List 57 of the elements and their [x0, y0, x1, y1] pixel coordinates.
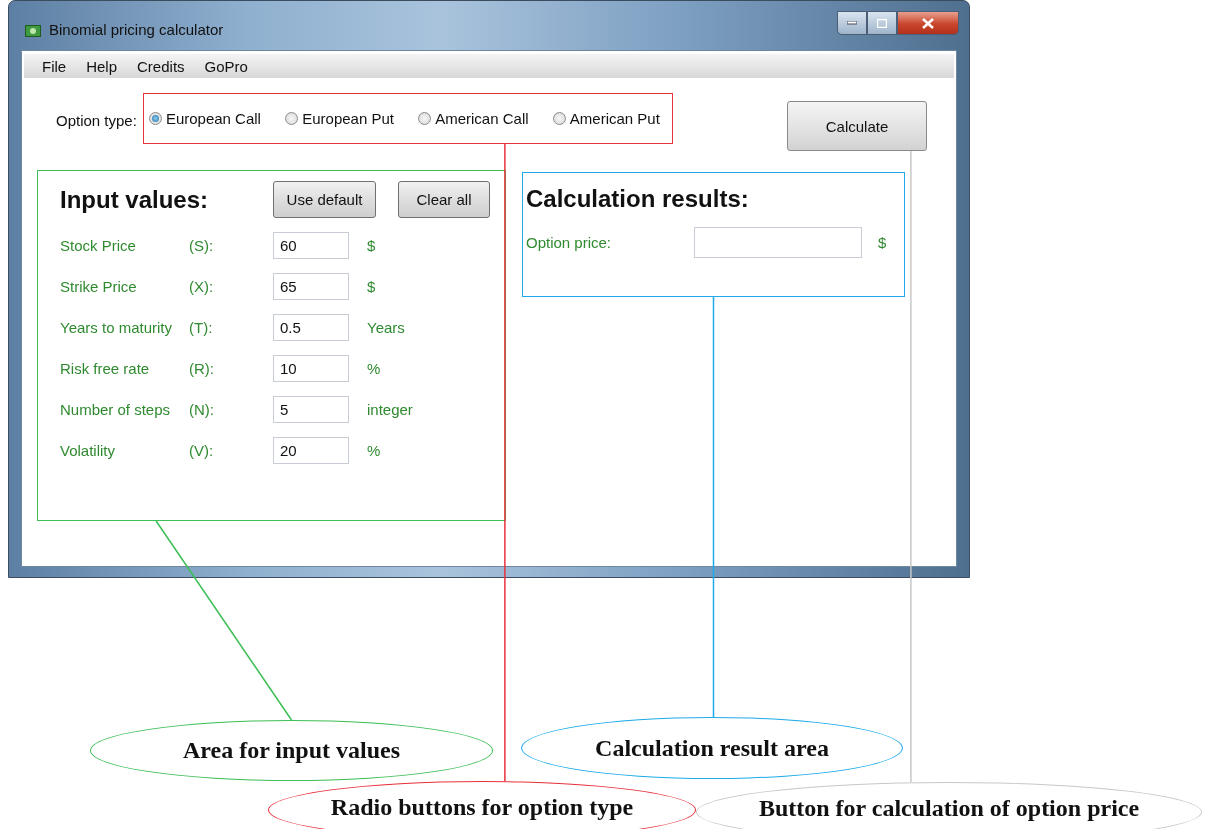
unit-label: integer [367, 401, 414, 418]
unit-label: $ [367, 278, 377, 295]
minimize-button[interactable] [837, 11, 867, 35]
input-field[interactable]: 0.5 [273, 314, 349, 341]
field-label: Stock Price [60, 237, 137, 254]
window-title: Binomial pricing calculator [49, 21, 224, 38]
symbol-label: (T): [189, 319, 214, 336]
banknote-icon [25, 25, 41, 37]
field-label: Number of steps [60, 401, 172, 418]
callout-label: Area for input values [90, 720, 493, 781]
menu-item[interactable]: Credits [127, 57, 195, 75]
symbol-label: (V): [189, 442, 215, 459]
menu-item[interactable]: Help [76, 57, 128, 75]
callout-label: Button for calculation of option price [696, 782, 1202, 829]
unit-label: $ [367, 237, 377, 254]
radio-label: European Call [165, 110, 261, 127]
input-field[interactable]: 5 [273, 396, 349, 423]
use-default-button[interactable]: Use default [273, 181, 376, 218]
field-label: Years to maturity [60, 319, 173, 336]
radio-button[interactable] [285, 112, 299, 125]
input-field[interactable]: 60 [273, 232, 349, 259]
field-label: Strike Price [60, 278, 138, 295]
close-icon [922, 17, 934, 29]
menu-item[interactable]: File [32, 57, 77, 75]
input-field[interactable]: 20 [273, 437, 349, 464]
callout-label: Radio buttons for option type [268, 781, 696, 829]
input-field[interactable]: 10 [273, 355, 349, 382]
unit-label: Years [367, 319, 406, 336]
minimize-icon [847, 21, 857, 25]
symbol-label: (N): [189, 401, 215, 418]
callout-label: Calculation result area [521, 717, 903, 779]
radio-button[interactable] [552, 112, 566, 125]
clear-all-button[interactable]: Clear all [398, 181, 490, 218]
symbol-label: (X): [189, 278, 215, 295]
option-type-label: Option type: [56, 112, 137, 129]
field-label: Volatility [60, 442, 117, 459]
radio-label: European Put [302, 110, 394, 127]
calculate-button[interactable]: Calculate [787, 101, 927, 151]
unit-label: $ [878, 234, 888, 251]
radio-label: American Put [569, 110, 660, 127]
maximize-button[interactable] [867, 11, 897, 35]
field-label: Option price: [526, 234, 613, 251]
unit-label: % [367, 360, 382, 377]
radio-label: American Call [435, 110, 529, 127]
symbol-label: (S): [189, 237, 215, 254]
panel-title: Input values: [60, 185, 210, 214]
radio-button[interactable] [148, 112, 162, 125]
close-button[interactable] [897, 11, 959, 35]
output-field[interactable] [694, 227, 862, 258]
input-field[interactable]: 65 [273, 273, 349, 300]
radio-button[interactable] [418, 112, 432, 125]
panel-title: Calculation results: [526, 185, 750, 213]
menu-item[interactable]: GoPro [194, 57, 258, 75]
unit-label: % [367, 442, 382, 459]
field-label: Risk free rate [60, 360, 151, 377]
maximize-icon [877, 18, 887, 28]
symbol-label: (R): [189, 360, 215, 377]
